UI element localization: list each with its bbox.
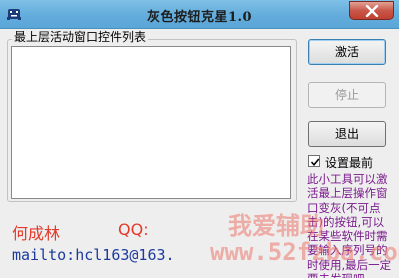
close-icon bbox=[365, 5, 379, 17]
control-listbox[interactable] bbox=[11, 46, 291, 199]
email-link[interactable]: mailto:hcl163@163. bbox=[12, 246, 175, 264]
app-window: 灰色按钮克星1.0 最上层活动窗口控件列表 激活 停止 退出 设置最前 此小工具… bbox=[0, 0, 399, 278]
author-name: 何成林 bbox=[12, 224, 61, 243]
topmost-checkbox[interactable] bbox=[308, 155, 320, 167]
checkmark-icon bbox=[310, 158, 320, 167]
watermark-url: www.52fzba.com bbox=[210, 238, 399, 266]
close-button[interactable] bbox=[349, 1, 394, 20]
qq-label: QQ: bbox=[118, 220, 149, 239]
activate-button[interactable]: 激活 bbox=[308, 39, 386, 65]
watermark-text: 我爱辅助 bbox=[228, 212, 324, 240]
stop-button[interactable]: 停止 bbox=[308, 82, 386, 108]
window-title: 灰色按钮克星1.0 bbox=[146, 10, 253, 25]
exit-button[interactable]: 退出 bbox=[308, 121, 386, 147]
control-list-label: 最上层活动窗口控件列表 bbox=[12, 30, 149, 45]
title-bar[interactable]: 灰色按钮克星1.0 bbox=[0, 0, 399, 29]
topmost-label: 设置最前 bbox=[325, 156, 374, 170]
